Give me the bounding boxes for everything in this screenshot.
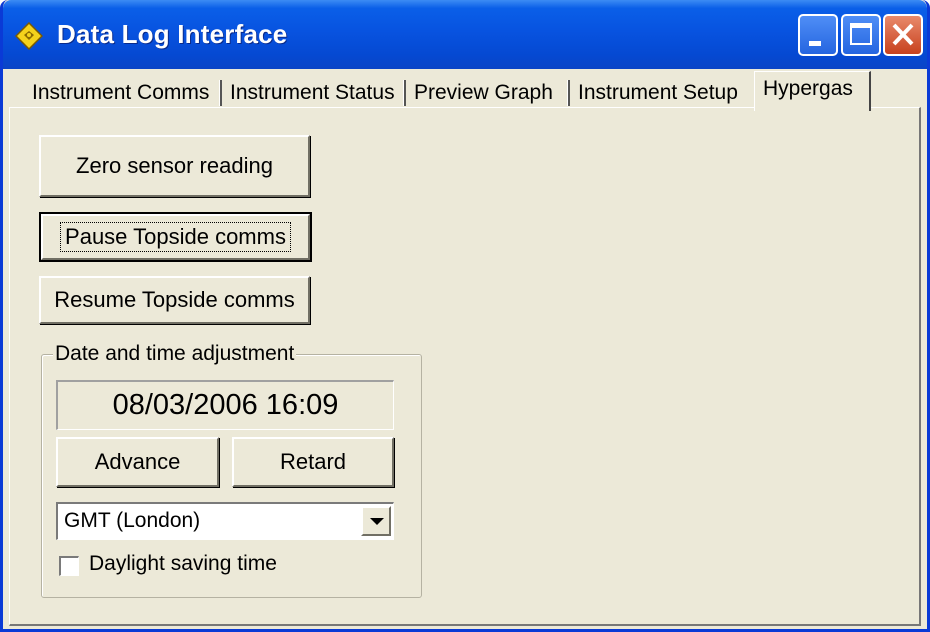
tab-instrument-comms[interactable]: Instrument Comms: [24, 77, 222, 109]
tab-label: Instrument Setup: [578, 81, 738, 104]
daylight-saving-label[interactable]: Daylight saving time: [89, 552, 277, 576]
maximize-button[interactable]: [841, 14, 881, 56]
tab-label: Preview Graph: [414, 81, 553, 104]
timezone-value: GMT (London): [64, 509, 201, 532]
datetime-display: 08/03/2006 16:09: [56, 380, 394, 430]
tab-label: Instrument Comms: [32, 81, 210, 104]
chevron-down-icon: [370, 518, 384, 525]
retard-button[interactable]: Retard: [232, 437, 394, 487]
tab-label: Instrument Status: [230, 81, 395, 104]
groupbox-label: Date and time adjustment: [53, 342, 297, 366]
minimize-icon: [809, 41, 821, 46]
pause-topside-button[interactable]: Pause Topside comms: [39, 212, 312, 262]
zero-sensor-button[interactable]: Zero sensor reading: [39, 135, 310, 197]
maximize-icon: [850, 23, 872, 45]
daylight-saving-checkbox[interactable]: [59, 556, 79, 576]
minimize-button[interactable]: [798, 14, 838, 56]
title-bar[interactable]: Data Log Interface: [3, 0, 927, 69]
tab-label: Hypergas: [763, 77, 853, 100]
advance-button[interactable]: Advance: [56, 437, 219, 487]
window-title: Data Log Interface: [57, 19, 288, 49]
app-diamond-icon: [15, 22, 43, 50]
tab-instrument-setup[interactable]: Instrument Setup: [570, 77, 754, 109]
resume-topside-button[interactable]: Resume Topside comms: [39, 276, 310, 324]
timezone-select[interactable]: GMT (London): [56, 502, 394, 540]
dropdown-button[interactable]: [361, 506, 391, 536]
focus-rectangle: Pause Topside comms: [60, 222, 291, 252]
main-window: Data Log Interface Instrument Comms Inst…: [0, 0, 930, 632]
tab-preview-graph[interactable]: Preview Graph: [406, 77, 570, 109]
tab-instrument-status[interactable]: Instrument Status: [222, 77, 406, 109]
close-button[interactable]: [883, 14, 923, 56]
close-icon: [892, 23, 914, 46]
tab-strip: Instrument Comms Instrument Status Previ…: [3, 69, 927, 111]
tab-hypergas[interactable]: Hypergas: [754, 71, 871, 111]
